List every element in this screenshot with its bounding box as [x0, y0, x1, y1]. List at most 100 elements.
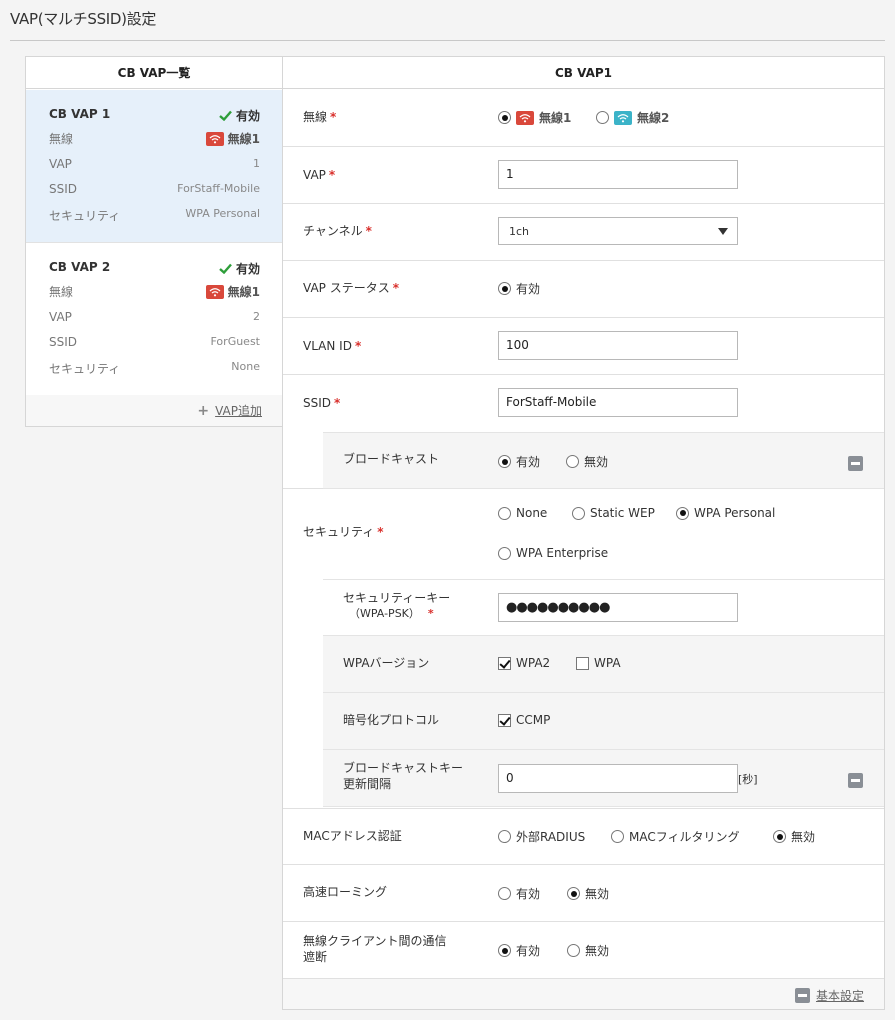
channel-select-value: 1ch: [509, 225, 530, 238]
security-key-label: セキュリティーキー （WPA-PSK） *: [343, 591, 451, 620]
checkbox[interactable]: [498, 713, 511, 727]
vap-card-status: 有効: [219, 260, 260, 277]
security-option-static-wep[interactable]: Static WEP: [572, 506, 655, 520]
wifi-icon: [516, 110, 534, 125]
option-label: MACフィルタリング: [629, 830, 740, 844]
radio-button[interactable]: [566, 455, 579, 468]
security-key-input[interactable]: ●●●●●●●●●●: [498, 593, 738, 622]
row-security-key: セキュリティーキー （WPA-PSK） * ●●●●●●●●●●: [323, 579, 884, 636]
option-label: 有効: [516, 944, 541, 958]
check-icon: [219, 110, 232, 121]
option-label: 無効: [585, 944, 610, 958]
basic-settings-label: 基本設定: [815, 989, 864, 1003]
row-key: VAP: [49, 157, 72, 171]
broadcast-key-interval-input[interactable]: 0: [498, 764, 738, 793]
add-vap-label: VAP追加: [215, 404, 262, 418]
vap-card-2[interactable]: CB VAP 2 有効 無線 無線1 VAP 2 SSID ForGuest セ…: [26, 243, 282, 396]
row-encryption: 暗号化プロトコル CCMP: [323, 693, 884, 750]
plus-icon: +: [197, 402, 210, 419]
security-option-wpa-personal[interactable]: WPA Personal: [676, 506, 775, 520]
encryption-option-ccmp[interactable]: CCMP: [498, 713, 550, 727]
channel-select[interactable]: 1ch: [498, 217, 738, 245]
vap-label: VAP *: [303, 168, 336, 182]
vap-card-row-security: セキュリティ None: [49, 360, 260, 376]
vap-status-label: VAP ステータス *: [303, 281, 399, 295]
radio-button[interactable]: [567, 944, 580, 957]
mac-auth-option-radius[interactable]: 外部RADIUS: [498, 828, 585, 845]
ssid-label: SSID *: [303, 396, 341, 410]
radio-button[interactable]: [498, 546, 511, 560]
collapse-security-button[interactable]: [848, 773, 863, 788]
ssid-input[interactable]: ForStaff-Mobile: [498, 388, 738, 417]
option-label: CCMP: [516, 713, 551, 727]
option-label: 無線1: [539, 111, 572, 125]
option-label: 無効: [585, 887, 610, 901]
vap-card-title: CB VAP 1: [49, 107, 111, 121]
broadcast-option-enabled[interactable]: 有効: [498, 453, 540, 470]
row-radio: 無線 * 無線1 無線2: [283, 90, 884, 147]
radio-button[interactable]: [498, 455, 511, 468]
option-label: 有効: [516, 282, 541, 296]
mac-auth-option-disabled[interactable]: 無効: [773, 828, 815, 845]
radio-button[interactable]: [596, 111, 609, 124]
radio-button[interactable]: [498, 944, 511, 957]
row-vap-status: VAP ステータス * 有効: [283, 261, 884, 318]
row-key: 無線: [49, 132, 74, 146]
radio-button[interactable]: [498, 830, 511, 843]
radio-option-wireless2[interactable]: 無線2: [596, 109, 669, 126]
fast-roaming-option-disabled[interactable]: 無効: [567, 885, 609, 902]
row-key: SSID: [49, 335, 78, 349]
fast-roaming-option-enabled[interactable]: 有効: [498, 885, 540, 902]
option-label: 無効: [584, 455, 609, 469]
vap-input[interactable]: 1: [498, 160, 738, 189]
option-label: None: [516, 506, 548, 520]
wifi-icon: [205, 284, 224, 299]
add-vap-button[interactable]: + VAP追加: [197, 402, 262, 419]
basic-settings-button[interactable]: 基本設定: [794, 987, 864, 1004]
security-label: セキュリティ *: [303, 525, 384, 539]
radio-button[interactable]: [498, 111, 511, 124]
row-vlan-id: VLAN ID * 100: [283, 318, 884, 375]
row-value: WPA Personal: [185, 207, 260, 220]
radio-label: 無線 *: [303, 110, 337, 124]
radio-button[interactable]: [676, 506, 689, 520]
checkbox[interactable]: [498, 656, 511, 670]
radio-button[interactable]: [773, 830, 786, 843]
security-option-none[interactable]: None: [498, 506, 547, 520]
vap-card-status: 有効: [219, 107, 260, 124]
collapse-ssid-button[interactable]: [848, 456, 863, 471]
vap-card-1[interactable]: CB VAP 1 有効 無線 無線1 VAP 1 SSID ForStaff-M…: [26, 90, 282, 243]
client-isolation-option-enabled[interactable]: 有効: [498, 942, 540, 959]
row-fast-roaming: 高速ローミング 有効 無効: [283, 865, 884, 922]
option-label: 有効: [516, 455, 541, 469]
broadcast-option-disabled[interactable]: 無効: [566, 453, 608, 470]
vap-card-status-text: 有効: [235, 109, 260, 123]
wpa-version-label: WPAバージョン: [343, 656, 430, 670]
security-option-wpa-enterprise[interactable]: WPA Enterprise: [498, 546, 608, 560]
row-security: セキュリティ * None Static WEP WPA Personal WPA…: [283, 489, 884, 579]
vap-form-panel: CB VAP1 無線 * 無線1 無線2 VAP * 1 チャンネル * 1ch VA…: [282, 56, 885, 1010]
mac-auth-option-filtering[interactable]: MACフィルタリング: [611, 828, 740, 845]
row-key: VAP: [49, 310, 72, 324]
minus-square-icon: [794, 988, 810, 1003]
title-divider: [10, 40, 885, 41]
client-isolation-option-disabled[interactable]: 無効: [567, 942, 609, 959]
vlan-label: VLAN ID *: [303, 339, 362, 353]
checkbox[interactable]: [576, 656, 589, 670]
radio-button[interactable]: [567, 887, 580, 900]
radio-button[interactable]: [611, 830, 624, 843]
radio-button[interactable]: [572, 506, 585, 520]
radio-button[interactable]: [498, 282, 511, 295]
vlan-id-input[interactable]: 100: [498, 331, 738, 360]
interval-unit: [秒]: [738, 773, 758, 786]
wpa-version-option-wpa[interactable]: WPA: [576, 656, 621, 670]
vap-list-panel: CB VAP一覧 CB VAP 1 有効 無線 無線1 VAP 1 SSID F…: [25, 56, 283, 427]
vap-status-option-enabled[interactable]: 有効: [498, 280, 540, 297]
option-label: WPA: [594, 656, 621, 670]
radio-button[interactable]: [498, 506, 511, 520]
radio-button[interactable]: [498, 887, 511, 900]
radio-option-wireless1[interactable]: 無線1: [498, 109, 571, 126]
row-value: ForStaff-Mobile: [177, 182, 260, 195]
vap-card-row-ssid: SSID ForStaff-Mobile: [49, 182, 260, 198]
wpa-version-option-wpa2[interactable]: WPA2: [498, 656, 550, 670]
